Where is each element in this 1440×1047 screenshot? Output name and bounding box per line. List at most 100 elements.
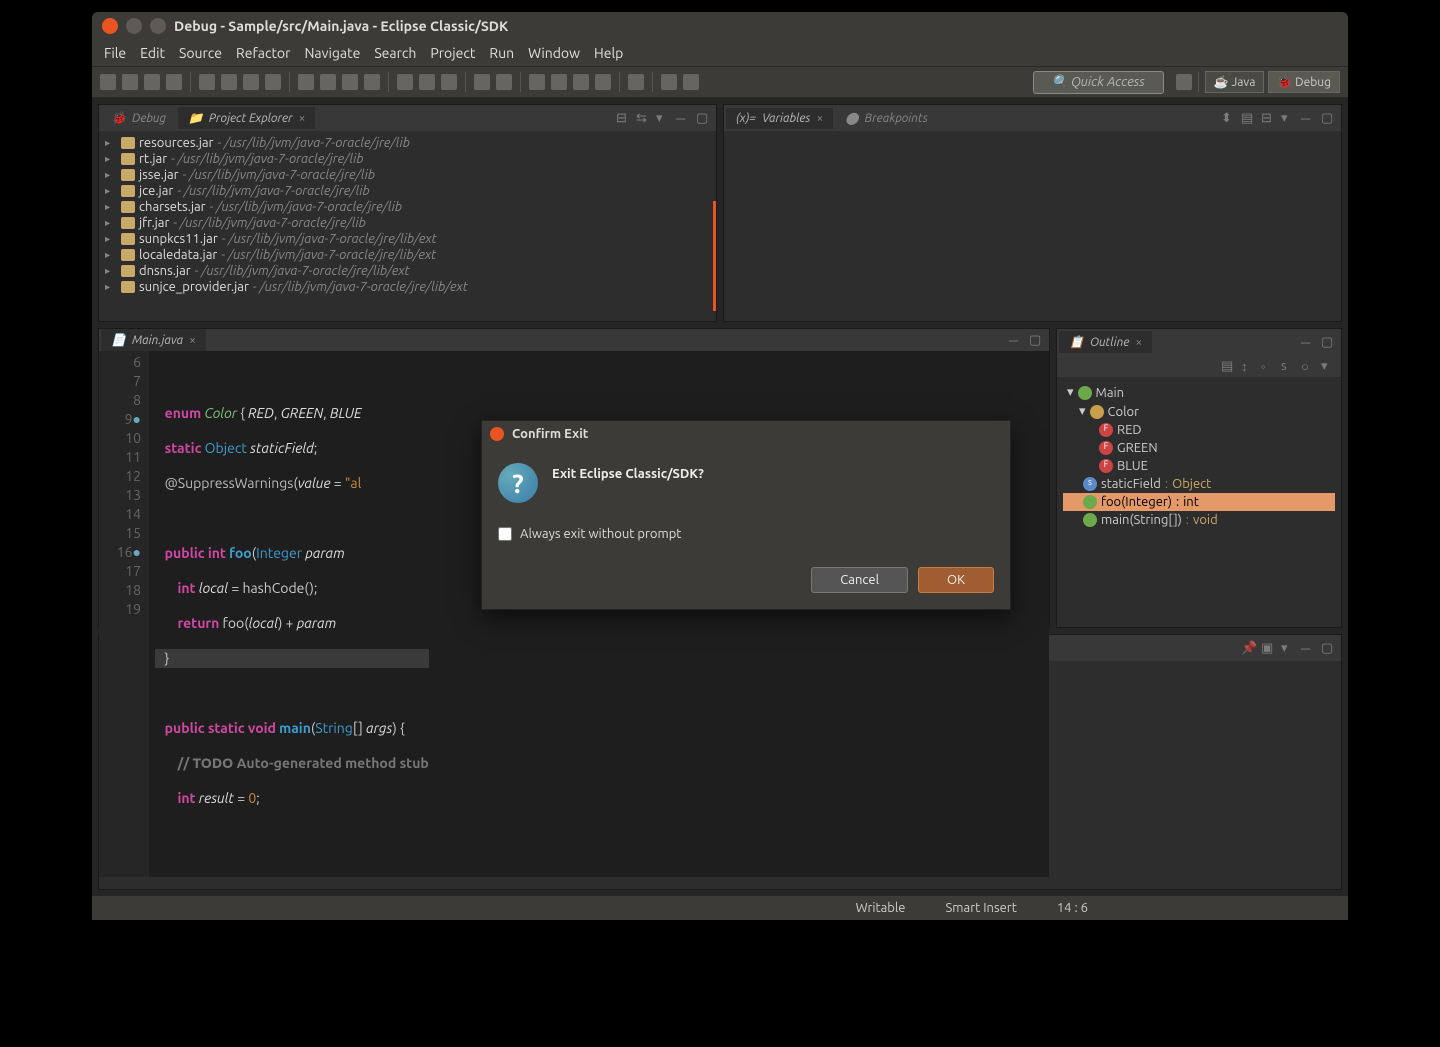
minimize-icon[interactable]: ─ [1301, 641, 1315, 655]
expand-icon[interactable]: ▸ [105, 169, 117, 181]
open-type-icon[interactable] [529, 74, 545, 90]
outline-enum[interactable]: ▾ Color [1063, 402, 1335, 421]
debug-icon[interactable] [397, 74, 413, 90]
maximize-icon[interactable]: ▢ [1321, 641, 1335, 655]
new-icon[interactable] [100, 74, 116, 90]
menu-edit[interactable]: Edit [140, 45, 165, 61]
collapse-all-icon[interactable]: ⊟ [616, 111, 630, 125]
outline-enum-value[interactable]: FRED [1063, 421, 1335, 439]
window-maximize-icon[interactable] [150, 18, 166, 34]
expand-icon[interactable]: ▸ [105, 249, 117, 261]
window-minimize-icon[interactable] [126, 18, 142, 34]
view-menu-icon[interactable]: ▾ [1321, 359, 1335, 373]
quick-access-input[interactable]: 🔍 Quick Access [1033, 71, 1164, 94]
sort-icon[interactable]: ↕ [1241, 359, 1255, 373]
tree-item-jar[interactable]: ▸ resources.jar - /usr/lib/jvm/java-7-or… [105, 135, 710, 151]
expand-icon[interactable]: ▸ [105, 281, 117, 293]
window-close-icon[interactable] [102, 18, 118, 34]
tree-item-jar[interactable]: ▸ charsets.jar - /usr/lib/jvm/java-7-ora… [105, 199, 710, 215]
tree-item-jar[interactable]: ▸ localedata.jar - /usr/lib/jvm/java-7-o… [105, 247, 710, 263]
new-package-icon[interactable] [496, 74, 512, 90]
disconnect-icon[interactable] [265, 74, 281, 90]
tree-item-jar[interactable]: ▸ rt.jar - /usr/lib/jvm/java-7-oracle/jr… [105, 151, 710, 167]
step-return-icon[interactable] [342, 74, 358, 90]
perspective-java[interactable]: ☕ Java [1205, 71, 1265, 93]
stop-icon[interactable] [243, 74, 259, 90]
variables-body[interactable] [724, 131, 1341, 321]
tree-item-jar[interactable]: ▸ jce.jar - /usr/lib/jvm/java-7-oracle/j… [105, 183, 710, 199]
step-into-icon[interactable] [298, 74, 314, 90]
outline-tree[interactable]: ▾ Main ▾ Color FRED FGREEN FBLUE sstatic… [1057, 377, 1341, 627]
maximize-icon[interactable]: ▢ [696, 111, 710, 125]
tab-main-java[interactable]: 📄 Main.java × [101, 329, 206, 351]
dialog-close-icon[interactable] [490, 427, 504, 441]
outline-method-foo[interactable]: foo(Integer) : int [1063, 493, 1335, 511]
view-menu-icon[interactable]: ▾ [656, 111, 670, 125]
tab-project-explorer[interactable]: 📁 Project Explorer × [178, 107, 315, 129]
resume-icon[interactable] [199, 74, 215, 90]
menu-search[interactable]: Search [374, 45, 416, 61]
annotate-icon[interactable] [573, 74, 589, 90]
close-icon[interactable]: × [189, 334, 196, 347]
toggle-mark-icon[interactable] [595, 74, 611, 90]
tab-variables[interactable]: (x)= Variables × [726, 108, 833, 129]
code-area[interactable]: enum Color { RED, GREEN, BLUE static Obj… [149, 351, 435, 877]
outline-enum-value[interactable]: FGREEN [1063, 439, 1335, 457]
ok-button[interactable]: OK [918, 567, 994, 593]
expand-icon[interactable]: ▸ [105, 217, 117, 229]
outline-field[interactable]: sstaticField : Object [1063, 475, 1335, 493]
pause-icon[interactable] [221, 74, 237, 90]
hide-static-icon[interactable]: s [1281, 359, 1295, 373]
always-exit-checkbox[interactable] [498, 527, 512, 541]
tab-debug[interactable]: 🐞 Debug [101, 107, 176, 129]
drop-frame-icon[interactable] [364, 74, 380, 90]
menu-file[interactable]: File [104, 45, 126, 61]
expand-icon[interactable]: ▸ [105, 185, 117, 197]
search-icon[interactable] [551, 74, 567, 90]
show-type-icon[interactable]: ⬍ [1221, 111, 1235, 125]
view-menu-icon[interactable]: ▾ [1281, 111, 1295, 125]
hide-fields-icon[interactable]: ◦ [1261, 359, 1275, 373]
display-console-icon[interactable]: ▣ [1261, 641, 1275, 655]
run-icon[interactable] [419, 74, 435, 90]
nav-back-icon[interactable] [661, 74, 677, 90]
project-tree[interactable]: ▸ resources.jar - /usr/lib/jvm/java-7-or… [99, 131, 716, 321]
close-icon[interactable]: × [299, 112, 306, 125]
menu-project[interactable]: Project [430, 45, 475, 61]
outline-method-main[interactable]: main(String[]) : void [1063, 511, 1335, 529]
tree-item-jar[interactable]: ▸ jfr.jar - /usr/lib/jvm/java-7-oracle/j… [105, 215, 710, 231]
tree-item-jar[interactable]: ▸ dnsns.jar - /usr/lib/jvm/java-7-oracle… [105, 263, 710, 279]
link-editor-icon[interactable]: ⇆ [636, 111, 650, 125]
minimize-icon[interactable]: ─ [676, 111, 690, 125]
print-icon[interactable] [166, 74, 182, 90]
tab-outline[interactable]: 📋 Outline × [1059, 331, 1152, 353]
menu-run[interactable]: Run [489, 45, 514, 61]
minimize-icon[interactable]: ─ [1301, 111, 1315, 125]
tab-breakpoints[interactable]: ⬤ Breakpoints [835, 107, 938, 129]
outline-enum-value[interactable]: FBLUE [1063, 457, 1335, 475]
menu-source[interactable]: Source [179, 45, 222, 61]
outline-class[interactable]: ▾ Main [1063, 383, 1335, 402]
expand-icon[interactable]: ▸ [105, 265, 117, 277]
menu-help[interactable]: Help [594, 45, 623, 61]
tree-item-jar[interactable]: ▸ sunpkcs11.jar - /usr/lib/jvm/java-7-or… [105, 231, 710, 247]
pin-console-icon[interactable]: 📌 [1241, 641, 1255, 655]
minimize-icon[interactable]: ─ [1301, 335, 1315, 349]
collapse-icon[interactable]: ⊟ [1261, 111, 1275, 125]
tree-item-jar[interactable]: ▸ jsse.jar - /usr/lib/jvm/java-7-oracle/… [105, 167, 710, 183]
nav-fwd-icon[interactable] [683, 74, 699, 90]
open-perspective-icon[interactable] [1176, 74, 1192, 90]
expand-icon[interactable]: ▸ [105, 153, 117, 165]
run-last-icon[interactable] [441, 74, 457, 90]
menu-navigate[interactable]: Navigate [304, 45, 360, 61]
maximize-icon[interactable]: ▢ [1029, 333, 1043, 347]
saveall-icon[interactable] [144, 74, 160, 90]
expand-icon[interactable]: ▸ [105, 233, 117, 245]
cancel-button[interactable]: Cancel [811, 567, 908, 593]
new-class-icon[interactable] [474, 74, 490, 90]
expand-icon[interactable]: ▸ [105, 137, 117, 149]
maximize-icon[interactable]: ▢ [1321, 111, 1335, 125]
open-console-icon[interactable]: ▾ [1281, 641, 1295, 655]
logical-struct-icon[interactable]: ▤ [1241, 111, 1255, 125]
focus-icon[interactable]: ▤ [1221, 359, 1235, 373]
